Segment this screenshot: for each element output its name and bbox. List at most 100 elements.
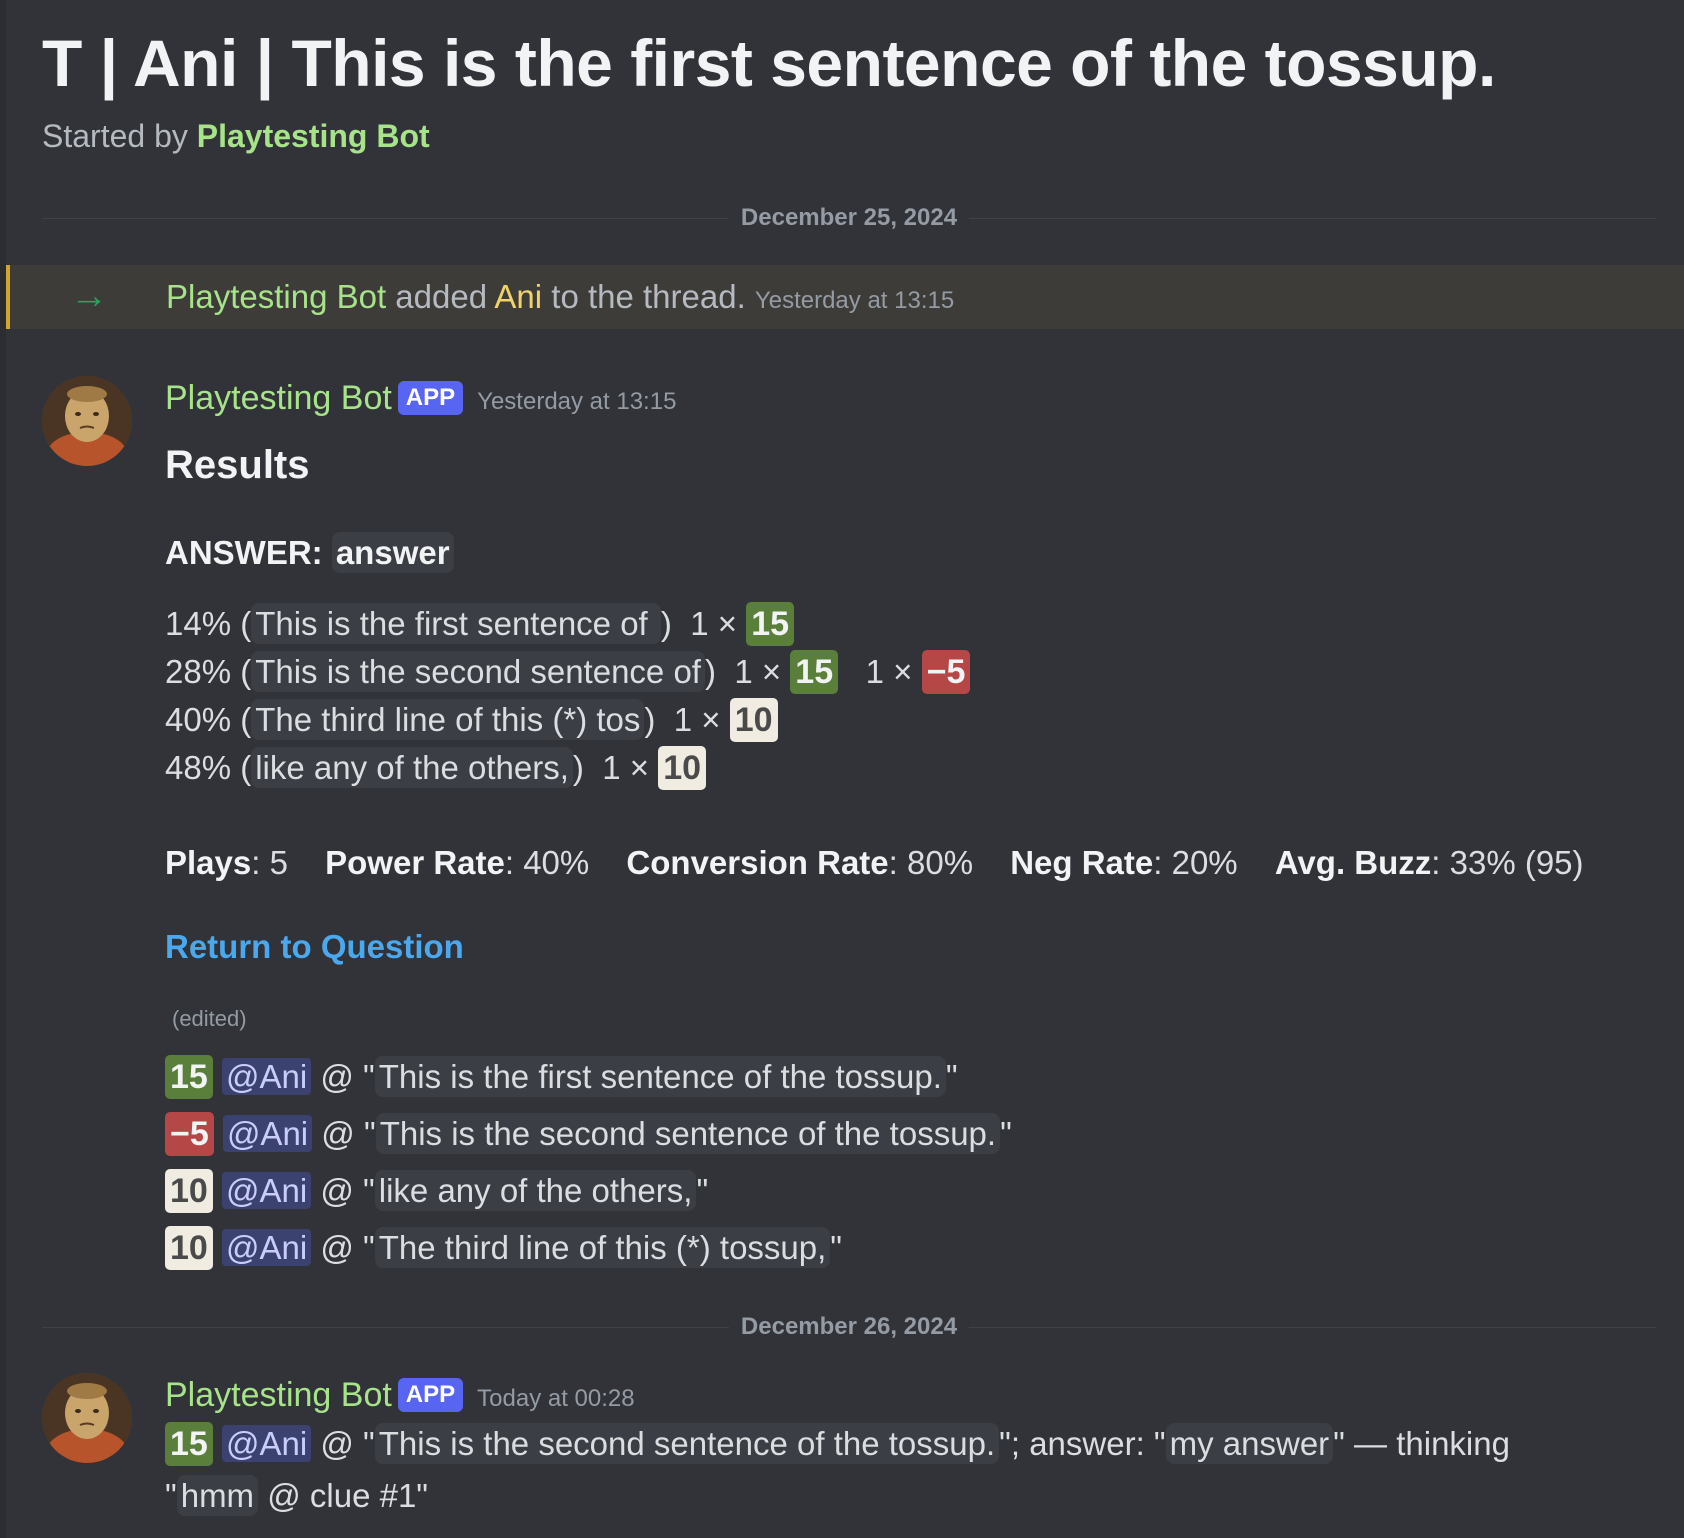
started-by-author[interactable]: Playtesting Bot bbox=[197, 118, 430, 154]
app-badge: APP bbox=[397, 381, 464, 415]
power-chip: 15 bbox=[165, 1422, 213, 1466]
buzz-text: This is the first sentence of the tossup… bbox=[374, 1056, 946, 1097]
buzz-count: 1 × bbox=[673, 701, 730, 738]
message-author[interactable]: Playtesting Bot bbox=[165, 379, 392, 417]
answer-line: ANSWER: answer bbox=[165, 532, 454, 573]
buzz-percent: 28% ( bbox=[165, 653, 252, 690]
system-verb: added bbox=[386, 278, 495, 315]
stat-label: Conversion Rate bbox=[626, 844, 889, 881]
user-mention[interactable]: @Ani bbox=[222, 1172, 312, 1209]
buzz-clue: like any of the others, bbox=[251, 747, 573, 788]
return-to-question-link[interactable]: Return to Question bbox=[165, 928, 464, 965]
stat-label: Avg. Buzz bbox=[1274, 844, 1432, 881]
started-by-prefix: Started by bbox=[42, 118, 197, 154]
buzz-log-row: 15 @Ani @ " This is the first sentence of… bbox=[165, 1048, 1012, 1105]
stat-value: : 33% (95) bbox=[1431, 844, 1584, 881]
buzz-clue: This is the second sentence of the tossu… bbox=[374, 1423, 1000, 1464]
date-divider-label: December 26, 2024 bbox=[728, 1312, 970, 1342]
buzz-row: 14% (This is the first sentence of ) 1 ×… bbox=[165, 600, 970, 648]
date-divider-label: December 25, 2024 bbox=[728, 203, 970, 233]
app-badge: APP bbox=[397, 1378, 464, 1412]
buzz-detail: 15 @Ani @ " This is the second sentence o… bbox=[165, 1418, 1545, 1522]
thinking-prefix: " — thinking bbox=[1333, 1425, 1510, 1462]
buzz-at: @ " bbox=[311, 1425, 375, 1462]
answer-value: answer bbox=[331, 532, 454, 573]
buzz-close: ) bbox=[704, 653, 716, 690]
buzz-end: " bbox=[696, 1172, 709, 1209]
buzz-end: " bbox=[1000, 1115, 1012, 1152]
power-chip: 15 bbox=[790, 650, 839, 694]
power-chip: 15 bbox=[746, 602, 795, 646]
ten-chip: 10 bbox=[729, 698, 778, 742]
stat-label: Neg Rate bbox=[1010, 844, 1154, 881]
buzz-log-row: −5 @Ani @ " This is the second sentence o… bbox=[165, 1105, 1012, 1162]
buzz-at: @ " bbox=[311, 1229, 375, 1266]
buzz-percent: 48% ( bbox=[165, 749, 252, 786]
system-rest: to the thread. bbox=[542, 278, 755, 315]
buzz-end: " bbox=[830, 1229, 843, 1266]
stat-label: Plays bbox=[165, 844, 252, 881]
user-mention[interactable]: @Ani bbox=[222, 1058, 312, 1095]
message-timestamp[interactable]: Yesterday at 13:15 bbox=[477, 388, 676, 415]
avatar-image bbox=[42, 376, 132, 466]
bot-avatar[interactable] bbox=[42, 376, 132, 466]
user-mention[interactable]: @Ani bbox=[222, 1229, 312, 1266]
buzz-log: 15 @Ani @ " This is the first sentence of… bbox=[165, 1048, 1012, 1276]
thought-tail: @ clue #1" bbox=[258, 1477, 429, 1514]
buzz-log-row: 10 @Ani @ " like any of the others, " bbox=[165, 1162, 1012, 1219]
buzz-count: 1 × bbox=[602, 749, 659, 786]
buzz-row: 40% (The third line of this (*) tos) 1 ×… bbox=[165, 696, 970, 744]
buzz-text: This is the second sentence of the tossu… bbox=[375, 1113, 1001, 1154]
system-target[interactable]: Ani bbox=[494, 278, 542, 315]
buzz-close: ) bbox=[644, 701, 656, 738]
buzz-clue: The third line of this (*) tos bbox=[251, 699, 645, 740]
message-author[interactable]: Playtesting Bot bbox=[165, 1376, 392, 1414]
system-actor[interactable]: Playtesting Bot bbox=[166, 278, 386, 315]
stat-value: : 80% bbox=[888, 844, 974, 881]
buzz-at: @ " bbox=[312, 1115, 376, 1152]
message-header: Playtesting Bot APP Today at 00:28 bbox=[165, 1373, 635, 1424]
ten-chip: 10 bbox=[165, 1169, 213, 1213]
buzz-percent: 40% ( bbox=[165, 701, 252, 738]
buzz-count: 1 × bbox=[690, 605, 747, 642]
message-header: Playtesting Bot APP Yesterday at 13:15 bbox=[165, 376, 676, 427]
given-answer: my answer bbox=[1165, 1423, 1334, 1464]
results-title: Results bbox=[165, 443, 310, 488]
buzz-close: ) bbox=[660, 605, 672, 642]
stat-value: : 20% bbox=[1153, 844, 1238, 881]
join-arrow-icon: → bbox=[70, 275, 108, 317]
message2-body: 15 @Ani @ " This is the second sentence o… bbox=[165, 1418, 1545, 1522]
user-mention[interactable]: @Ani bbox=[222, 1115, 313, 1152]
answer-prefix: "; answer: " bbox=[999, 1425, 1166, 1462]
system-message-added-member: → Playtesting Bot added Ani to the threa… bbox=[6, 265, 1684, 329]
thought-text: hmm bbox=[176, 1475, 259, 1516]
user-mention[interactable]: @Ani bbox=[222, 1425, 312, 1462]
bot-avatar[interactable] bbox=[42, 1373, 132, 1463]
avatar-image bbox=[42, 1373, 132, 1463]
ten-chip: 10 bbox=[165, 1226, 213, 1270]
thread-title: T | Ani | This is the first sentence of … bbox=[42, 26, 1496, 100]
buzz-count: 1 × bbox=[865, 653, 922, 690]
buzz-text: The third line of this (*) tossup, bbox=[374, 1227, 831, 1268]
date-divider: December 25, 2024 bbox=[42, 203, 1656, 233]
stat-value: : 5 bbox=[251, 844, 288, 881]
thread-started-by: Started by Playtesting Bot bbox=[42, 118, 1496, 155]
stats-line: Plays: 5 Power Rate: 40% Conversion Rate… bbox=[165, 844, 1584, 882]
buzz-percent: 14% ( bbox=[165, 605, 252, 642]
results-heading: Results bbox=[165, 443, 310, 487]
message-timestamp[interactable]: Today at 00:28 bbox=[477, 1385, 634, 1412]
buzz-at: @ " bbox=[311, 1058, 375, 1095]
date-divider: December 26, 2024 bbox=[42, 1312, 1656, 1342]
system-message-text: Playtesting Bot added Ani to the thread.… bbox=[166, 275, 954, 323]
buzz-row: 28% (This is the second sentence of) 1 ×… bbox=[165, 648, 971, 696]
thread-header: T | Ani | This is the first sentence of … bbox=[42, 18, 1496, 155]
answer-label: ANSWER: bbox=[165, 534, 332, 571]
edited-row: (edited) bbox=[172, 1006, 247, 1032]
left-edge bbox=[0, 0, 6, 1538]
system-timestamp[interactable]: Yesterday at 13:15 bbox=[755, 287, 954, 314]
buzz-clue: This is the second sentence of bbox=[251, 651, 705, 692]
buzz-at: @ " bbox=[311, 1172, 375, 1209]
thought-open: " bbox=[165, 1477, 177, 1514]
neg-chip: −5 bbox=[921, 650, 971, 694]
buzz-clue: This is the first sentence of bbox=[251, 603, 661, 644]
